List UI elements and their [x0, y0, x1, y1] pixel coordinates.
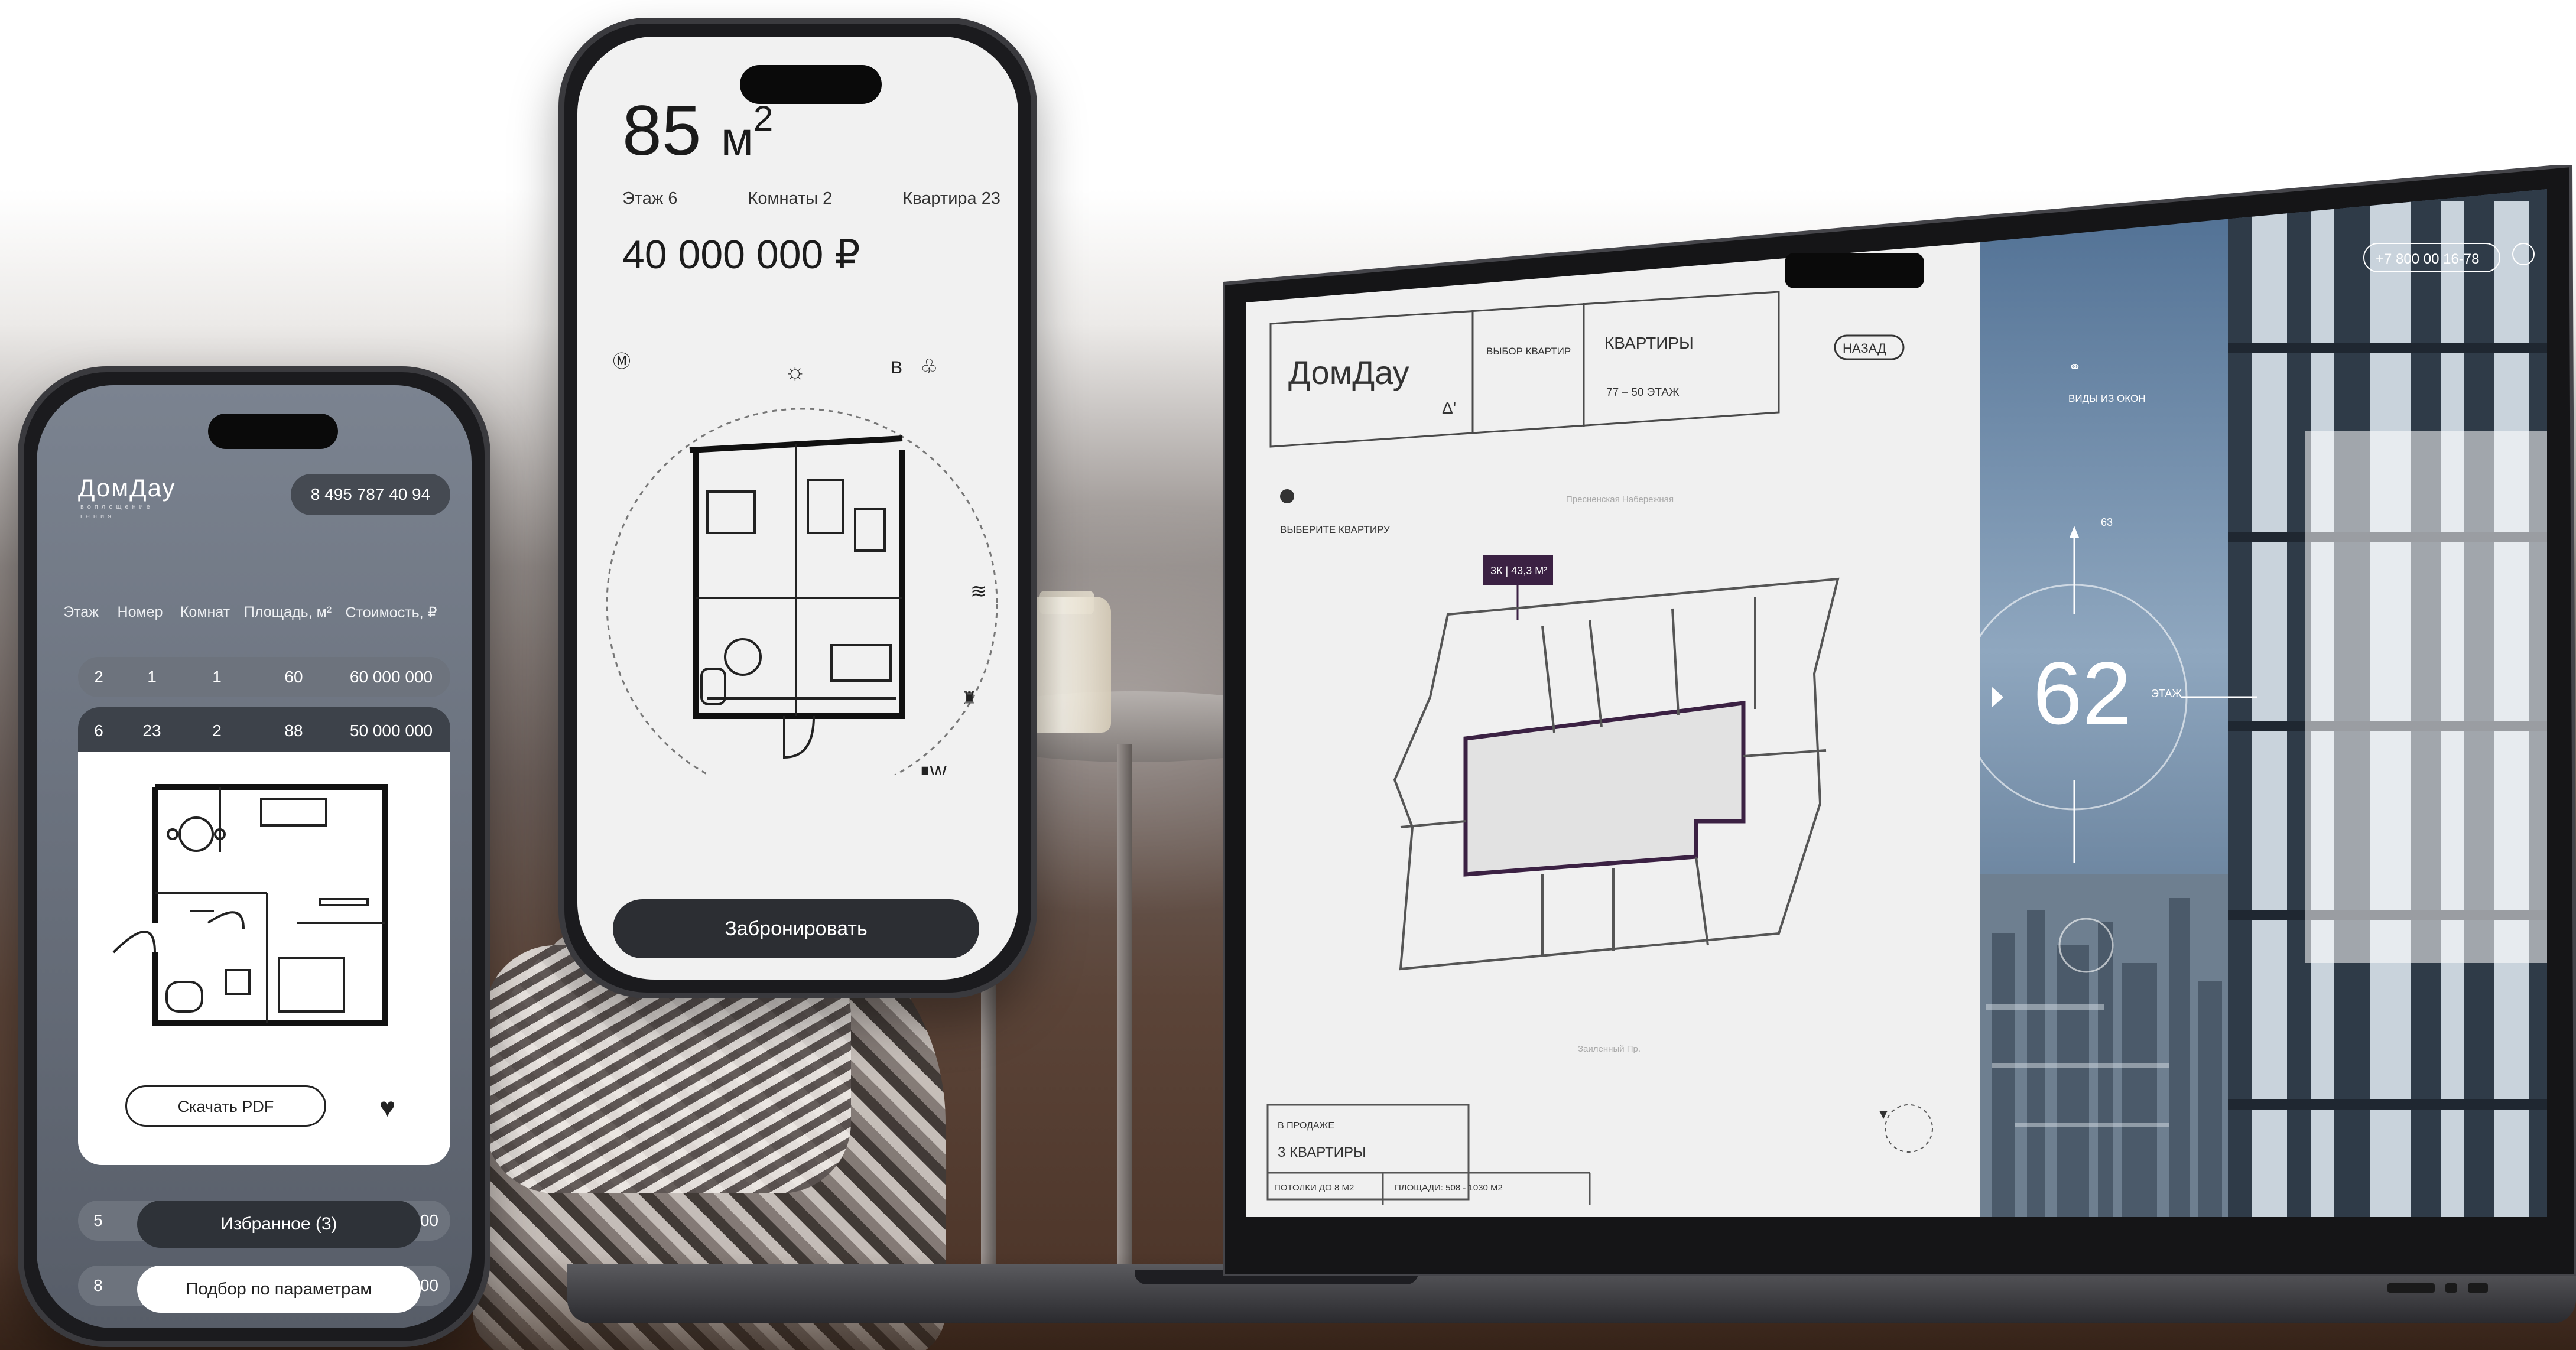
apartment-number-label: Квартира 23	[902, 189, 1000, 208]
nav-title: КВАРТИРЫ	[1604, 334, 1694, 352]
areas-label: ПЛОЩАДИ: 508 - 1030 М2	[1395, 1183, 1503, 1193]
floor-label: Этаж 6	[622, 189, 678, 208]
sun-icon: ☼	[784, 359, 806, 385]
book-button[interactable]: Забронировать	[613, 899, 979, 958]
phone-apartment-detail: 85 м2 Этаж 6 Комнаты 2 Квартира 23 40 00…	[558, 18, 1037, 998]
on-sale-label: В ПРОДАЖЕ	[1278, 1121, 1334, 1131]
phone1-screen: ДомДау воплощение гения 8 495 787 40 94 …	[37, 385, 472, 1328]
phone-apartment-list: ДомДау воплощение гения 8 495 787 40 94 …	[18, 366, 490, 1347]
column-header[interactable]: Этаж	[54, 604, 108, 622]
laptop-lid: ДомДау Δ' ВЫБОР КВАРТИР КВАРТИРЫ 77 – 50…	[1223, 165, 2576, 1276]
laptop-phone[interactable]: +7 800 00 16-78	[2376, 251, 2480, 267]
column-header[interactable]: Номер	[108, 604, 173, 622]
building-icon[interactable]: ▮W	[920, 763, 947, 775]
logo-mark-icon: Δ'	[1442, 399, 1456, 417]
favorites-button[interactable]: Избранное (3)	[137, 1201, 421, 1248]
column-header[interactable]: Площадь, м²	[238, 604, 338, 622]
nav-choose-label[interactable]: ВЫБОР КВАРТИР	[1486, 346, 1571, 357]
laptop: ДомДау Δ' ВЫБОР КВАРТИР КВАРТИРЫ 77 – 50…	[1223, 165, 2576, 1276]
park-icon[interactable]: ♧	[920, 356, 938, 378]
landmark-icon[interactable]: ♜	[961, 689, 977, 708]
side-table-leg	[1117, 744, 1132, 1300]
table-row[interactable]: 2 1 1 60 60 000 000	[78, 657, 450, 697]
filter-button[interactable]: Подбор по параметрам	[137, 1266, 421, 1313]
apartment-price: 40 000 000 ₽	[622, 232, 860, 277]
logo[interactable]: ДомДау	[78, 474, 176, 502]
apartment-floor-plan	[112, 784, 388, 1026]
dynamic-island	[208, 414, 338, 449]
favorite-heart-icon[interactable]: ♥	[379, 1091, 395, 1123]
compass-east-label: В	[891, 358, 902, 378]
floor-number: 62	[2033, 643, 2132, 743]
apartments-count: 3 КВАРТИРЫ	[1278, 1144, 1366, 1160]
rooms-label: Комнаты 2	[748, 189, 833, 208]
nav-floors: 77 – 50 ЭТАЖ	[1606, 386, 1680, 399]
laptop-ports	[2387, 1283, 2488, 1293]
download-pdf-button[interactable]: Скачать PDF	[125, 1085, 326, 1127]
apartment-meta: Этаж 6 Комнаты 2 Квартира 23	[622, 189, 1000, 209]
apartment-card: Скачать PDF ♥	[78, 752, 450, 1165]
phone-number-button[interactable]: 8 495 787 40 94	[291, 474, 450, 515]
ceilings-label: ПОТОЛКИ ДО 8 М2	[1274, 1183, 1354, 1193]
phone2-screen: 85 м2 Этаж 6 Комнаты 2 Квартира 23 40 00…	[577, 37, 1018, 980]
column-header[interactable]: Комнат	[173, 604, 238, 622]
street-bottom-label: Заиленный Пр.	[1578, 1044, 1641, 1054]
table-header: Этаж Номер Комнат Площадь, м² Стоимость,…	[54, 604, 456, 622]
views-label[interactable]: ВИДЫ ИЗ ОКОН	[2068, 393, 2146, 404]
binoculars-icon[interactable]: ⚭	[2068, 358, 2081, 376]
floor-label: ЭТАЖ	[2151, 688, 2182, 700]
metro-icon[interactable]: Ⓜ	[613, 352, 631, 372]
logo-tagline: воплощение гения	[80, 503, 154, 520]
apartment-area: 85 м2	[622, 91, 774, 170]
column-header[interactable]: Стоимость, ₽	[338, 604, 444, 622]
floor-up-number[interactable]: 63	[2101, 516, 2113, 528]
apartment-tooltip: 3К | 43,3 М²	[1490, 565, 1547, 577]
back-button[interactable]: НАЗАД	[1843, 341, 1886, 356]
table-row-selected[interactable]: 6 23 2 88 50 000 000	[78, 707, 450, 754]
orientation-plan: Ⓜ ☼ В ♧ ≋ ♜ ▮W З	[606, 352, 998, 775]
choose-apartment-label: ВЫБЕРИТЕ КВАРТИРУ	[1280, 524, 1390, 535]
street-top-label: Пресненская Набережная	[1566, 495, 1674, 505]
laptop-logo[interactable]: ДомДау	[1288, 354, 1409, 391]
river-icon[interactable]: ≋	[970, 580, 987, 603]
